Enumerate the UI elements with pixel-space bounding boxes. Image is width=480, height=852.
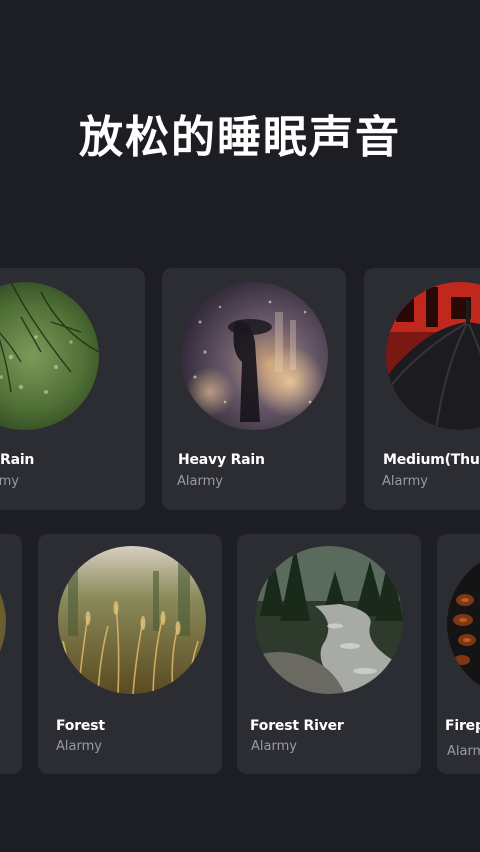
app-screen: 放松的睡眠声音 Rain my Heavy Rain Alarmy Medium… (0, 0, 480, 852)
sound-card-rain[interactable]: Rain Alarmy (0, 268, 145, 510)
card-subtitle: Alarmy (447, 744, 480, 759)
card-subtitle: Alarmy (0, 474, 19, 489)
card-subtitle: Alarmy (56, 739, 102, 754)
sound-card-forest-river[interactable]: Forest River Alarmy (237, 534, 421, 774)
card-title: Rain (0, 452, 35, 468)
rainy-leaves-image (0, 282, 99, 430)
partial-card-image (0, 548, 6, 696)
black-umbrella-image (386, 282, 480, 430)
fireplace-image (447, 550, 480, 698)
card-title: Forest River (250, 718, 344, 734)
sound-card-fireplace[interactable]: Firepl Alarmy (437, 534, 480, 774)
sound-card-forest[interactable]: Forest Alarmy (38, 534, 222, 774)
card-subtitle: Alarmy (177, 474, 223, 489)
card-title: Forest (56, 718, 105, 734)
sound-card-medium-thunder[interactable]: Medium(Thun Alarmy (364, 268, 480, 510)
card-title: Medium(Thun (383, 452, 480, 468)
rainy-street-window-image (180, 282, 328, 430)
sound-card-partial[interactable] (0, 534, 22, 774)
card-title: Firepl (445, 718, 480, 734)
forest-river-image (255, 546, 403, 694)
card-subtitle: Alarmy (382, 474, 428, 489)
sound-card-heavy-rain[interactable]: Heavy Rain Alarmy (162, 268, 346, 510)
card-title: Heavy Rain (178, 452, 265, 468)
forest-grass-image (58, 546, 206, 694)
page-title: 放松的睡眠声音 (79, 112, 401, 163)
card-subtitle: Alarmy (251, 739, 297, 754)
